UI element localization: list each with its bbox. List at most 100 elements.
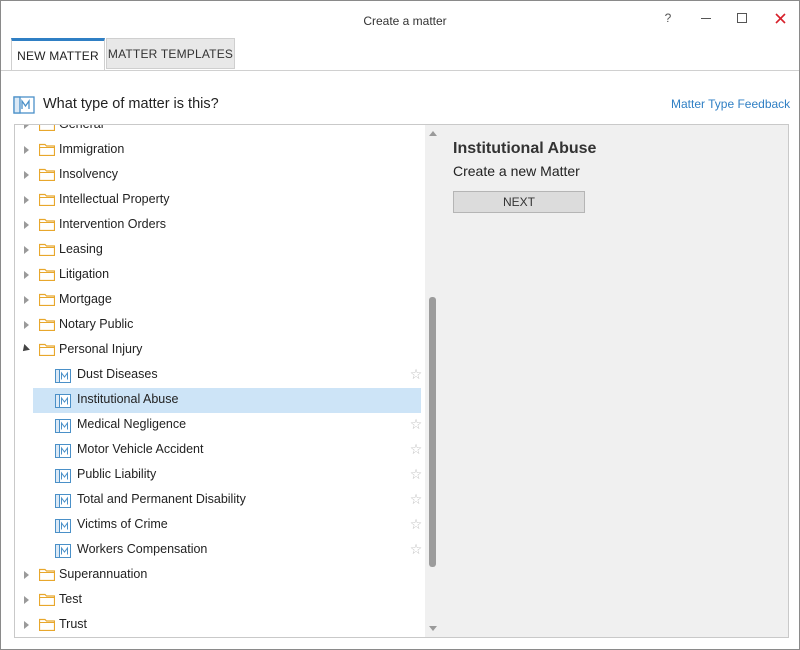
window-title: Create a matter — [363, 14, 447, 28]
tree-folder-row[interactable]: Notary Public — [15, 313, 425, 338]
tree-item-label: Leasing — [59, 242, 103, 256]
matter-type-tree: General Immigration Insolvency Intellectual… — [14, 124, 442, 638]
matter-type-icon — [55, 368, 71, 383]
tree-folder-row[interactable]: Superannuation — [15, 563, 425, 588]
tree-list: General Immigration Insolvency Intellectual… — [15, 125, 425, 637]
tree-item-label: Institutional Abuse — [77, 392, 179, 406]
selected-matter-subtitle: Create a new Matter — [453, 163, 580, 179]
chevron-right-icon[interactable] — [24, 296, 29, 304]
chevron-right-icon[interactable] — [24, 621, 29, 629]
tab-matter-templates[interactable]: MATTER TEMPLATES — [106, 38, 235, 69]
maximize-button[interactable] — [730, 7, 754, 29]
chevron-right-icon[interactable] — [24, 171, 29, 179]
tree-item-label: Total and Permanent Disability — [77, 492, 246, 506]
matter-type-icon — [13, 95, 35, 114]
star-icon[interactable]: ☆ — [407, 491, 425, 508]
tree-folder-row[interactable]: Insolvency — [15, 163, 425, 188]
folder-icon — [38, 343, 56, 357]
star-icon[interactable]: ☆ — [407, 516, 425, 533]
star-icon[interactable]: ☆ — [407, 416, 425, 433]
tree-matter-row[interactable]: Motor Vehicle Accident ☆ — [15, 438, 425, 463]
folder-icon — [38, 268, 56, 282]
tree-item-label: Motor Vehicle Accident — [77, 442, 204, 456]
tree-folder-row[interactable]: Intellectual Property — [15, 188, 425, 213]
tree-item-label: Test — [59, 592, 82, 606]
folder-icon — [38, 618, 56, 632]
chevron-right-icon[interactable] — [24, 196, 29, 204]
tree-matter-row[interactable]: Victims of Crime ☆ — [15, 513, 425, 538]
folder-icon — [38, 568, 56, 582]
tree-item-label: General — [59, 125, 103, 131]
folder-icon — [38, 218, 56, 232]
scroll-down-icon[interactable] — [429, 626, 437, 631]
star-icon[interactable]: ☆ — [407, 466, 425, 483]
folder-icon — [38, 593, 56, 607]
matter-type-icon — [55, 543, 71, 558]
tree-scrollbar[interactable] — [425, 125, 441, 637]
star-icon[interactable]: ☆ — [407, 366, 425, 383]
tab-divider — [1, 70, 799, 71]
tree-folder-row[interactable]: Intervention Orders — [15, 213, 425, 238]
close-icon — [774, 12, 786, 24]
matter-type-feedback-link[interactable]: Matter Type Feedback — [671, 97, 790, 111]
tree-folder-row[interactable]: General — [15, 125, 425, 138]
next-button[interactable]: NEXT — [453, 191, 585, 213]
tree-matter-row[interactable]: Dust Diseases ☆ — [15, 363, 425, 388]
chevron-right-icon[interactable] — [24, 221, 29, 229]
tree-matter-row[interactable]: Public Liability ☆ — [15, 463, 425, 488]
tree-item-label: Mortgage — [59, 292, 112, 306]
tree-folder-row[interactable]: Personal Injury — [15, 338, 425, 363]
chevron-right-icon[interactable] — [24, 571, 29, 579]
tree-folder-row[interactable]: Litigation — [15, 263, 425, 288]
minimize-button[interactable] — [694, 7, 718, 29]
tree-item-label: Intervention Orders — [59, 217, 166, 231]
chevron-right-icon[interactable] — [24, 146, 29, 154]
tree-item-label: Immigration — [59, 142, 125, 156]
tree-item-label: Insolvency — [59, 167, 119, 181]
matter-type-icon — [55, 418, 71, 433]
tree-item-label: Public Liability — [77, 467, 157, 481]
tree-item-label: Intellectual Property — [59, 192, 170, 206]
tree-item-label: Notary Public — [59, 317, 134, 331]
matter-type-icon — [55, 393, 71, 408]
tree-matter-row[interactable]: Institutional Abuse☆ — [33, 388, 421, 413]
tree-folder-row[interactable]: Trust — [15, 613, 425, 637]
tree-item-label: Dust Diseases — [77, 367, 158, 381]
scroll-up-icon[interactable] — [429, 131, 437, 136]
folder-icon — [38, 318, 56, 332]
tree-item-label: Litigation — [59, 267, 110, 281]
folder-icon — [38, 193, 56, 207]
tree-item-label: Medical Negligence — [77, 417, 187, 431]
detail-pane: Institutional Abuse Create a new Matter … — [441, 124, 789, 638]
help-button[interactable]: ? — [656, 7, 680, 29]
tree-folder-row[interactable]: Test — [15, 588, 425, 613]
tree-folder-row[interactable]: Immigration — [15, 138, 425, 163]
tree-folder-row[interactable]: Leasing — [15, 238, 425, 263]
tree-matter-row[interactable]: Medical Negligence ☆ — [15, 413, 425, 438]
tree-matter-row[interactable]: Workers Compensation ☆ — [15, 538, 425, 563]
matter-type-icon — [55, 443, 71, 458]
section-heading: What type of matter is this? — [13, 93, 219, 115]
star-icon[interactable]: ☆ — [407, 441, 425, 458]
chevron-expanded-icon[interactable] — [20, 344, 30, 354]
title-bar: Create a matter ? — [1, 1, 799, 37]
tree-folder-row[interactable]: Mortgage — [15, 288, 425, 313]
chevron-right-icon[interactable] — [24, 246, 29, 254]
tab-new-matter[interactable]: NEW MATTER — [11, 38, 105, 71]
folder-icon — [38, 143, 56, 157]
tree-item-label: Superannuation — [59, 567, 148, 581]
star-icon[interactable]: ☆ — [407, 541, 425, 558]
matter-type-icon — [55, 468, 71, 483]
maximize-icon — [737, 13, 747, 23]
tree-matter-row[interactable]: Total and Permanent Disability ☆ — [15, 488, 425, 513]
scrollbar-thumb[interactable] — [429, 297, 436, 568]
close-button[interactable] — [768, 7, 792, 29]
chevron-right-icon[interactable] — [24, 271, 29, 279]
tree-item-label: Trust — [59, 617, 88, 631]
chevron-right-icon[interactable] — [24, 125, 29, 129]
chevron-right-icon[interactable] — [24, 321, 29, 329]
folder-icon — [38, 243, 56, 257]
folder-icon — [38, 125, 56, 132]
minimize-icon — [701, 18, 711, 19]
chevron-right-icon[interactable] — [24, 596, 29, 604]
